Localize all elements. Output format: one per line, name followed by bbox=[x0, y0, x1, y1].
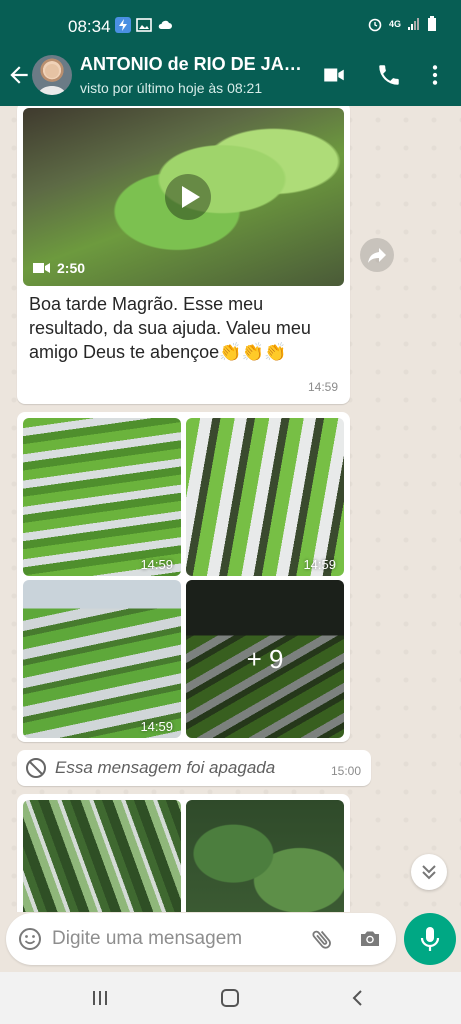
video-call-icon[interactable] bbox=[321, 62, 347, 88]
album-image-4[interactable] bbox=[23, 800, 181, 912]
status-time: 08:34 bbox=[68, 17, 111, 36]
scroll-to-bottom-button[interactable] bbox=[411, 854, 447, 890]
image-time: 14:59 bbox=[140, 557, 173, 572]
phone-icon[interactable] bbox=[376, 62, 402, 88]
image-time: 14:59 bbox=[303, 557, 336, 572]
video-thumbnail[interactable]: 2:50 bbox=[23, 108, 344, 286]
album-image-3[interactable]: 14:59 bbox=[23, 580, 181, 738]
video-message[interactable]: 2:50 Boa tarde Magrão. Esse meu resultad… bbox=[17, 106, 350, 404]
message-time: 15:00 bbox=[330, 764, 361, 778]
forward-icon bbox=[368, 248, 386, 263]
avatar-portrait-icon bbox=[38, 64, 66, 95]
album-image-2[interactable]: 14:59 bbox=[186, 418, 344, 576]
cloud-icon bbox=[158, 20, 172, 29]
more-vert-icon[interactable] bbox=[422, 62, 448, 88]
contact-name[interactable]: ANTONIO de RIO DE JA… bbox=[80, 54, 312, 75]
mic-button[interactable] bbox=[404, 913, 456, 965]
chat-header: ANTONIO de RIO DE JA… visto por último h… bbox=[0, 44, 461, 106]
blocked-icon bbox=[26, 758, 46, 778]
album-message-2[interactable] bbox=[17, 794, 350, 912]
emoji-icon[interactable] bbox=[18, 927, 42, 951]
album-message[interactable]: 14:59 14:59 14:59 + 9 bbox=[17, 412, 350, 742]
gallery-icon bbox=[136, 18, 152, 32]
message-composer bbox=[6, 913, 396, 965]
camera-icon[interactable] bbox=[358, 927, 382, 951]
deleted-text: Essa mensagem foi apagada bbox=[55, 758, 276, 777]
mic-icon bbox=[420, 927, 440, 951]
flash-icon bbox=[115, 17, 131, 33]
signal-icon bbox=[408, 18, 419, 30]
deleted-message[interactable]: Essa mensagem foi apagada 15:00 bbox=[17, 750, 371, 786]
attach-icon[interactable] bbox=[310, 927, 334, 951]
battery-icon bbox=[428, 16, 436, 31]
chat-area[interactable]: 2:50 Boa tarde Magrão. Esse meu resultad… bbox=[0, 106, 461, 912]
more-count: + 9 bbox=[246, 644, 284, 674]
status-right: 4G bbox=[367, 16, 437, 32]
double-chevron-down-icon bbox=[422, 865, 436, 880]
play-icon bbox=[182, 186, 200, 208]
home-icon[interactable] bbox=[218, 986, 242, 1010]
video-caption: Boa tarde Magrão. Esse meu resultado, da… bbox=[29, 292, 341, 364]
nav-back-icon[interactable] bbox=[346, 986, 370, 1010]
forward-button[interactable] bbox=[360, 238, 394, 272]
network-label: 4G bbox=[388, 19, 401, 29]
video-camera-icon bbox=[33, 263, 50, 273]
album-image-1[interactable]: 14:59 bbox=[23, 418, 181, 576]
avatar[interactable] bbox=[32, 55, 72, 95]
video-duration: 2:50 bbox=[33, 260, 85, 276]
clapping-emoji: 👏👏👏 bbox=[219, 342, 287, 362]
video-duration-label: 2:50 bbox=[57, 260, 86, 276]
status-bar: 08:34 4G bbox=[0, 0, 461, 44]
image-time: 14:59 bbox=[140, 719, 173, 734]
recent-apps-icon[interactable] bbox=[88, 986, 112, 1010]
play-button[interactable] bbox=[165, 174, 211, 220]
message-time: 14:59 bbox=[307, 380, 338, 394]
system-nav-bar bbox=[0, 972, 461, 1024]
alarm-icon bbox=[368, 18, 382, 32]
back-arrow-icon[interactable] bbox=[6, 62, 32, 88]
message-input[interactable] bbox=[52, 923, 298, 955]
album-image-5[interactable] bbox=[186, 800, 344, 912]
album-image-more[interactable]: + 9 bbox=[186, 580, 344, 738]
last-seen[interactable]: visto por último hoje às 08:21 bbox=[80, 80, 262, 96]
